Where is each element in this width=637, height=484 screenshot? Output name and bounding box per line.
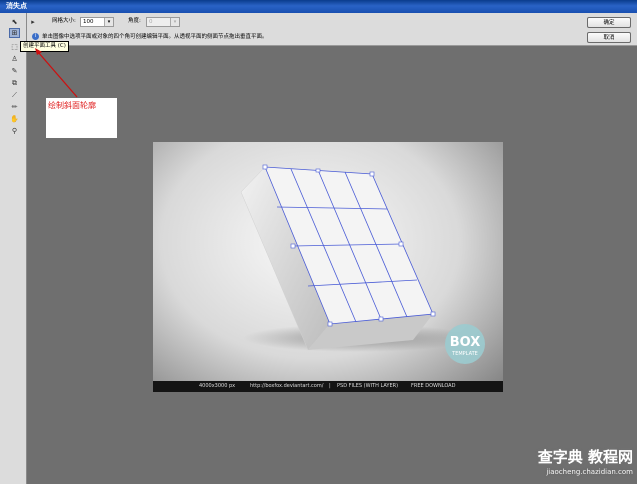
logo-top-text: BOX <box>450 335 481 350</box>
options-bar: ▸ 网格大小: 100 ▾ 角度: 0 ▾ i 单击图像中选项平面或对象的四个角… <box>0 13 637 46</box>
stamp-tool[interactable]: ♙ <box>9 54 20 64</box>
strip-size: 4000x3000 px <box>199 383 236 389</box>
tools-panel: ⬉ ⊞ ⬚ ♙ ✎ ⧉ ⟋ ✏ ✋ ⚲ <box>0 13 27 484</box>
annotation-box: 绘制斜面轮廓 <box>46 98 117 138</box>
window-title: 消失点 <box>6 2 27 10</box>
grid-size-label: 网格大小: <box>52 18 76 24</box>
info-strip: 4000x3000 px http://boxfox.deviantart.co… <box>153 381 503 392</box>
strip-download: FREE DOWNLOAD <box>411 383 456 389</box>
angle-value: 0 <box>149 19 153 25</box>
watermark-url: jiaocheng.chazidian.com <box>546 468 633 476</box>
ok-button[interactable]: 确定 <box>587 17 631 28</box>
hint-text: 单击图像中选项平面或对象的四个角可创建编辑平面。从透视平面的侧面节点拖出垂直平面… <box>42 34 268 40</box>
strip-psd: PSD FILES (WITH LAYER) <box>337 383 399 389</box>
angle-select[interactable]: 0 ▾ <box>146 17 180 27</box>
annotation-text: 绘制斜面轮廓 <box>48 101 96 110</box>
grid-size-select[interactable]: 100 ▾ <box>80 17 114 27</box>
title-bar: 消失点 <box>0 0 637 13</box>
info-icon: i <box>32 33 39 40</box>
edit-plane-tool[interactable]: ⬉ <box>9 17 20 27</box>
image-canvas[interactable]: BOX TEMPLATE 4000x3000 px http://boxfox.… <box>153 142 503 392</box>
perspective-grid: BOX TEMPLATE <box>262 164 485 364</box>
marquee-tool[interactable]: ⬚ <box>9 42 20 52</box>
angle-label: 角度: <box>128 18 141 24</box>
eyedropper-tool[interactable]: ⟋ <box>9 90 20 100</box>
tool-tooltip: 创建平面工具 (C) <box>20 41 69 52</box>
measure-tool[interactable]: ✏ <box>9 102 20 112</box>
transform-tool[interactable]: ⧉ <box>9 78 20 88</box>
chevron-down-icon: ▾ <box>170 18 179 26</box>
logo-bottom-text: TEMPLATE <box>451 351 478 357</box>
brush-tool[interactable]: ✎ <box>9 66 20 76</box>
strip-url: http://boxfox.deviantart.com/ <box>250 383 324 389</box>
zoom-tool[interactable]: ⚲ <box>9 126 20 136</box>
chevron-down-icon: ▾ <box>104 18 113 26</box>
watermark-title: 查字典 教程网 <box>537 448 633 466</box>
hand-tool[interactable]: ✋ <box>9 114 20 124</box>
tool-options-icon[interactable]: ▸ <box>28 17 38 26</box>
cancel-button[interactable]: 取消 <box>587 32 631 43</box>
grid-size-value: 100 <box>83 19 94 25</box>
strip-separator: | <box>329 383 331 389</box>
create-plane-tool[interactable]: ⊞ <box>9 28 20 38</box>
site-watermark: 查字典 教程网 jiaocheng.chazidian.com <box>505 448 633 480</box>
